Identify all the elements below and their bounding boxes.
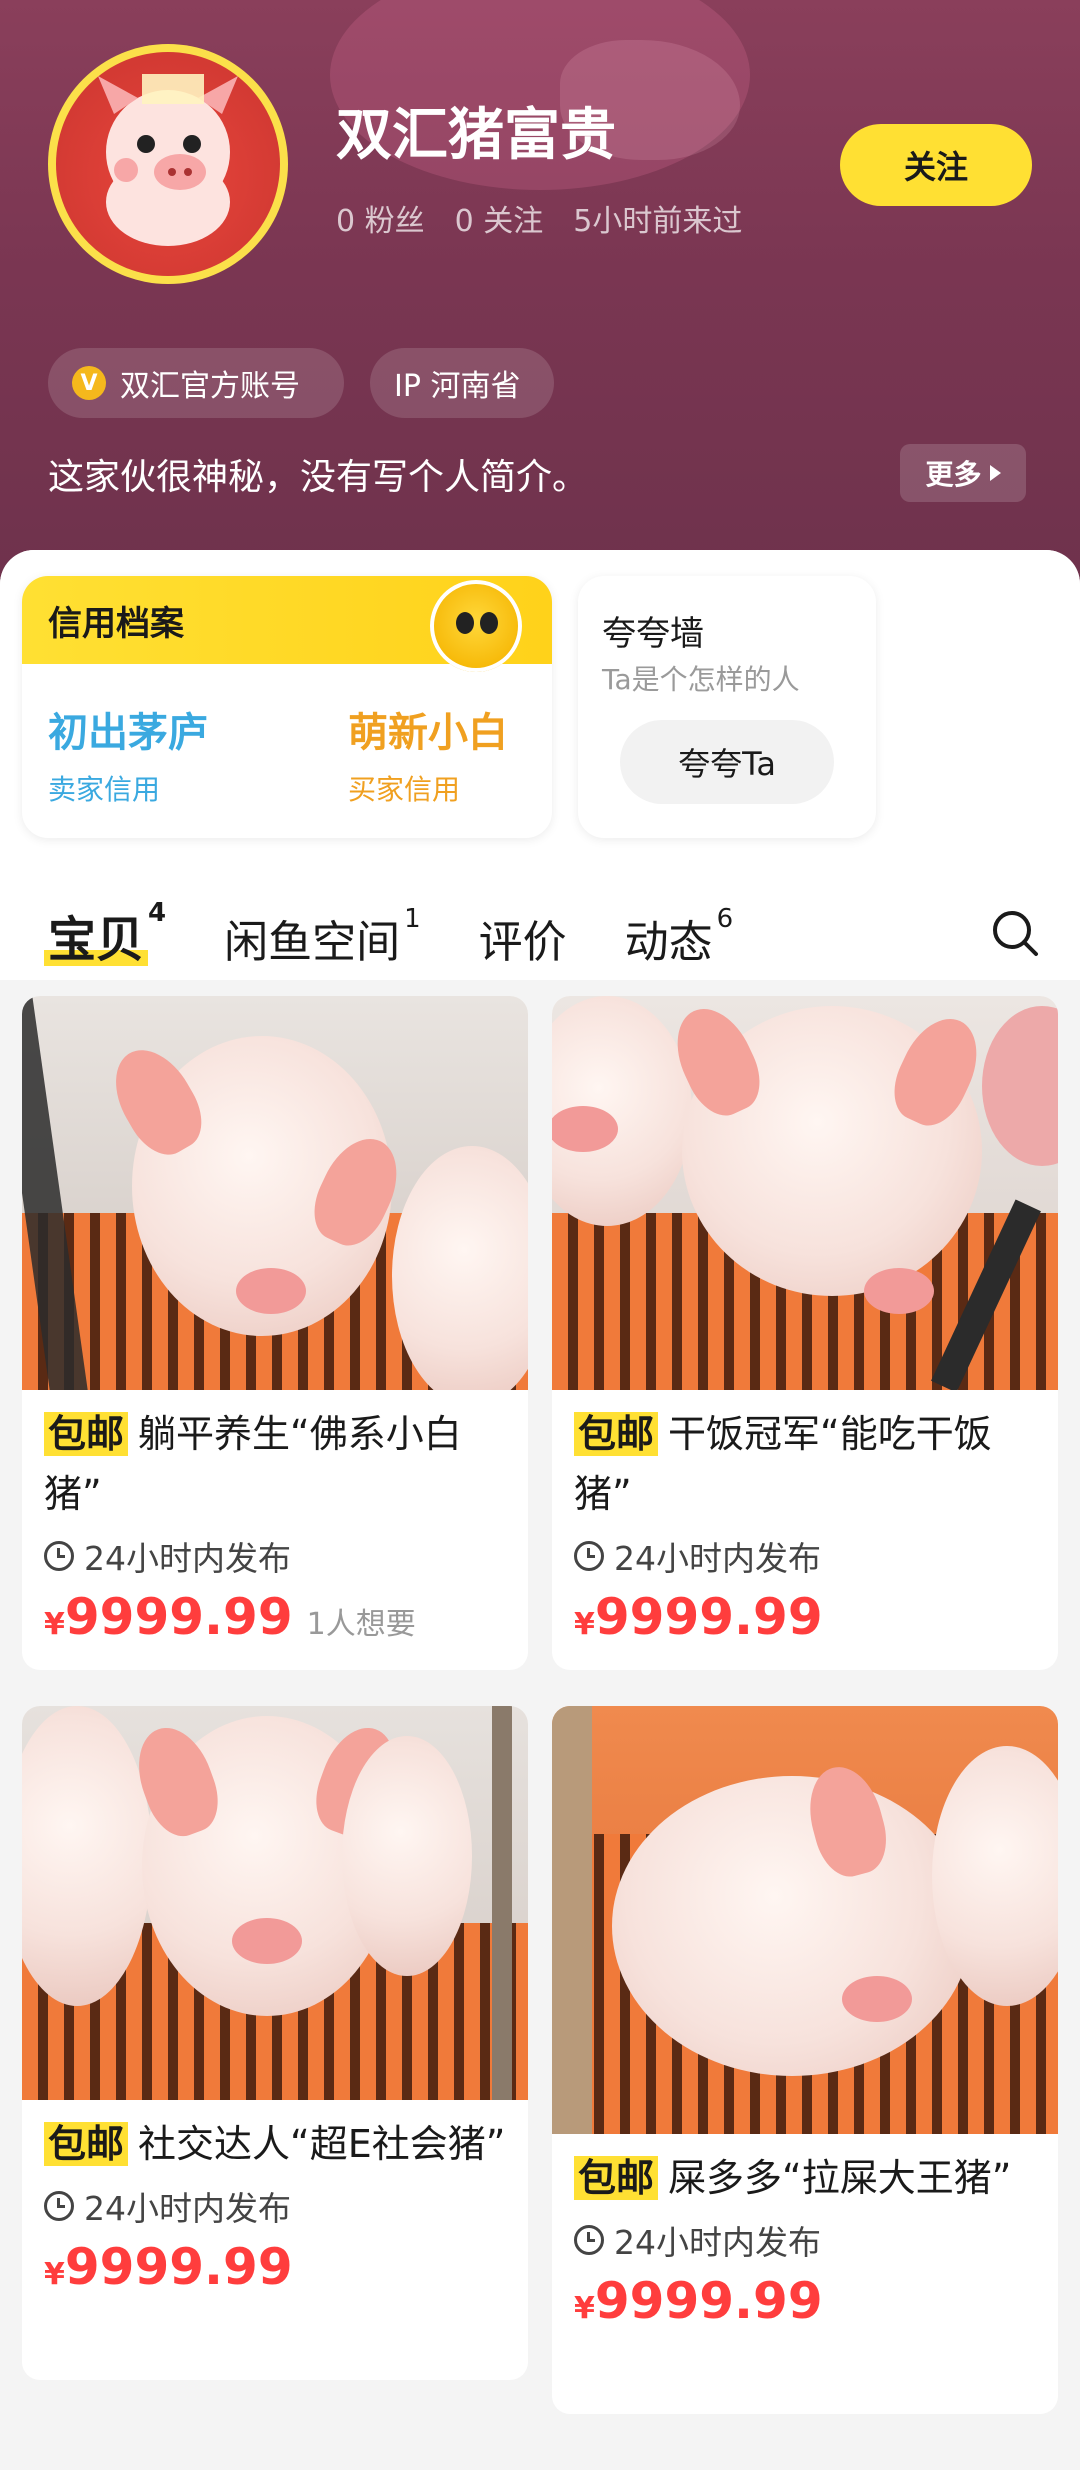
- tab-reviews[interactable]: 评价: [479, 906, 567, 970]
- currency-symbol: ¥: [574, 1607, 595, 1642]
- clock-icon: [574, 1541, 604, 1571]
- buyer-credit-label: 买家信用: [348, 773, 461, 806]
- profile-bio: 这家伙很神秘，没有写个人简介。: [48, 457, 589, 498]
- search-icon[interactable]: [990, 908, 1040, 958]
- publish-time-text: 24小时内发布: [614, 1539, 821, 1578]
- price-row: ¥ 9999.99 1人想要: [44, 1588, 506, 1646]
- praise-button[interactable]: 夸夸Ta: [620, 720, 834, 804]
- publish-time: 24小时内发布: [574, 1532, 1036, 1580]
- official-account-label: 双汇官方账号: [120, 369, 300, 404]
- praise-wall-subtitle: Ta是个怎样的人: [602, 663, 800, 696]
- tab-bar: 宝贝 4 闲鱼空间 1 评价 动态 6: [43, 890, 791, 970]
- product-title: 包邮 社交达人“超E社会猪”: [44, 2114, 506, 2174]
- free-shipping-badge: 包邮: [44, 2122, 129, 2166]
- product-card[interactable]: 包邮 社交达人“超E社会猪” 24小时内发布 ¥ 9999.99: [22, 1706, 528, 2380]
- free-shipping-badge: 包邮: [574, 2156, 659, 2200]
- tab-posts[interactable]: 动态 6: [625, 906, 734, 970]
- publish-time: 24小时内发布: [44, 1532, 506, 1580]
- credit-title: 信用档案: [48, 603, 184, 644]
- product-price: 9999.99: [594, 2272, 823, 2330]
- publish-time: 24小时内发布: [44, 2182, 506, 2230]
- mascot-icon: [430, 580, 522, 672]
- following-count[interactable]: 0 关注: [455, 196, 544, 240]
- caret-right-icon: [989, 465, 1001, 481]
- product-title: 包邮 屎多多“拉屎大王猪”: [574, 2148, 1036, 2208]
- clock-icon: [574, 2225, 604, 2255]
- tab-label: 评价: [478, 917, 567, 968]
- official-account-tag[interactable]: V 双汇官方账号: [48, 348, 344, 418]
- tab-label: 闲鱼空间: [224, 917, 401, 968]
- price-row: ¥ 9999.99: [44, 2238, 506, 2296]
- tab-label: 宝贝: [43, 900, 149, 970]
- free-shipping-badge: 包邮: [44, 1412, 129, 1456]
- publish-time: 24小时内发布: [574, 2216, 1036, 2264]
- seller-credit-value: 初出茅庐: [48, 710, 208, 756]
- currency-symbol: ¥: [44, 2257, 65, 2292]
- product-title-text: 屎多多“拉屎大王猪”: [668, 2156, 1012, 2200]
- want-count: 1人想要: [306, 1607, 416, 1642]
- product-title: 包邮 干饭冠军“能吃干饭猪”: [574, 1404, 1036, 1524]
- product-price: 9999.99: [594, 1588, 823, 1646]
- price-row: ¥ 9999.99: [574, 1588, 1036, 1646]
- price-row: ¥ 9999.99: [574, 2272, 1036, 2330]
- avatar[interactable]: [48, 44, 288, 284]
- publish-time-text: 24小时内发布: [84, 2189, 291, 2228]
- product-image[interactable]: [22, 1706, 528, 2100]
- clock-icon: [44, 1541, 74, 1571]
- credit-record-card[interactable]: 信用档案 初出茅庐 卖家信用 萌新小白 买家信用: [22, 576, 552, 838]
- free-shipping-badge: 包邮: [574, 1412, 659, 1456]
- product-title: 包邮 躺平养生“佛系小白猪”: [44, 1404, 506, 1524]
- more-label: 更多: [925, 458, 982, 491]
- currency-symbol: ¥: [44, 1607, 65, 1642]
- publish-time-text: 24小时内发布: [614, 2223, 821, 2262]
- clock-icon: [44, 2191, 74, 2221]
- tab-space[interactable]: 闲鱼空间 1: [224, 906, 421, 970]
- more-button[interactable]: 更多: [900, 444, 1026, 502]
- tab-label: 动态: [624, 917, 713, 968]
- last-active: 5小时前来过: [573, 204, 743, 239]
- tab-count: 1: [404, 904, 421, 934]
- shop-name: 双汇猪富贵: [336, 103, 616, 168]
- tab-items[interactable]: 宝贝 4: [43, 898, 167, 970]
- followers-count[interactable]: 0 粉丝: [336, 196, 425, 240]
- product-image[interactable]: [552, 1706, 1058, 2134]
- tab-count: 6: [716, 904, 734, 934]
- product-card[interactable]: 包邮 躺平养生“佛系小白猪” 24小时内发布 ¥ 9999.99 1人想要: [22, 996, 528, 1670]
- product-title-text: 社交达人“超E社会猪”: [138, 2122, 506, 2166]
- seller-credit-label: 卖家信用: [48, 773, 161, 806]
- product-card[interactable]: 包邮 干饭冠军“能吃干饭猪” 24小时内发布 ¥ 9999.99: [552, 996, 1058, 1670]
- follow-button[interactable]: 关注: [840, 124, 1032, 206]
- product-image[interactable]: [552, 996, 1058, 1390]
- verified-icon: V: [72, 366, 106, 400]
- publish-time-text: 24小时内发布: [84, 1539, 291, 1578]
- praise-wall-card[interactable]: 夸夸墙 Ta是个怎样的人 夸夸Ta: [578, 576, 876, 838]
- product-card[interactable]: 包邮 屎多多“拉屎大王猪” 24小时内发布 ¥ 9999.99: [552, 1706, 1058, 2414]
- pig-cartoon-icon: [98, 74, 238, 246]
- product-image[interactable]: [22, 996, 528, 1390]
- buyer-credit-value: 萌新小白: [348, 710, 508, 756]
- tab-count: 4: [148, 898, 167, 928]
- praise-wall-title: 夸夸墙: [602, 614, 704, 654]
- ip-location-tag: IP 河南省: [370, 348, 554, 418]
- currency-symbol: ¥: [574, 2291, 595, 2326]
- profile-stats: 0 粉丝 0 关注 5小时前来过: [336, 196, 742, 240]
- product-price: 9999.99: [64, 2238, 293, 2296]
- product-price: 9999.99: [64, 1588, 293, 1646]
